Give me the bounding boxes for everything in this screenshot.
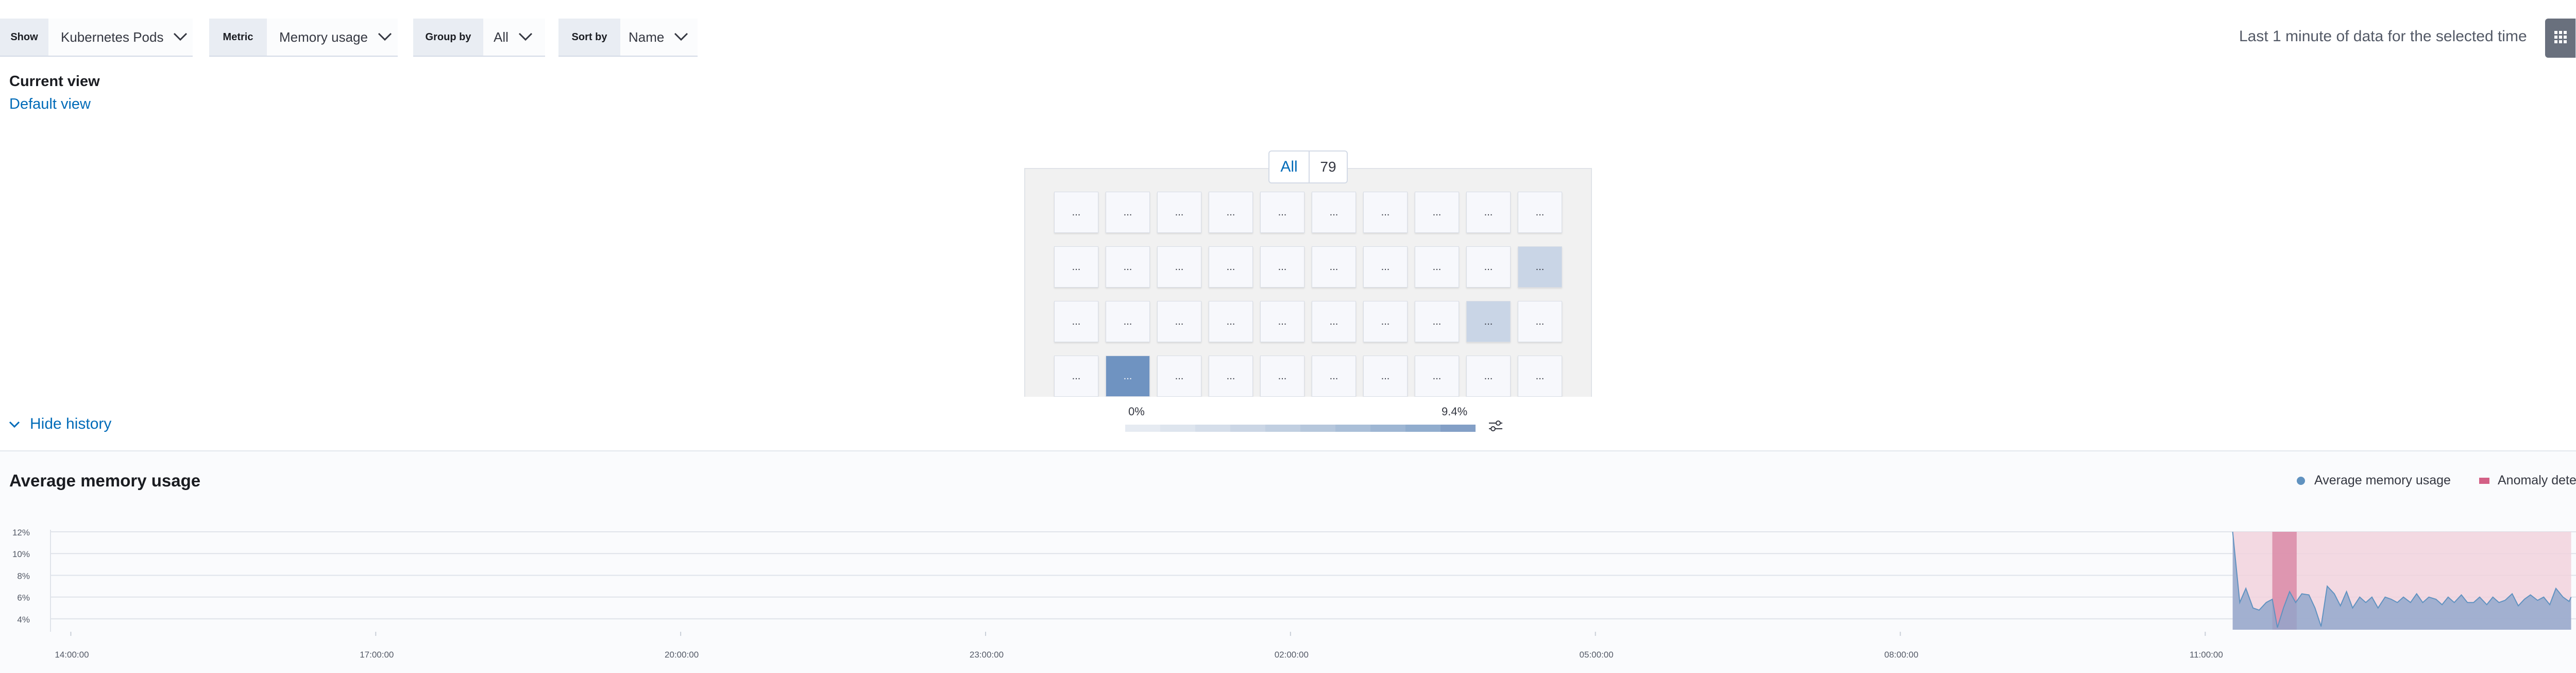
sort-by-filter-value[interactable]: Name <box>620 19 698 56</box>
y-tick-label: 10% <box>12 549 30 559</box>
x-tick-label: 11:00:00 <box>2190 650 2223 660</box>
waffle-node[interactable]: ... <box>1260 246 1304 288</box>
show-filter-label: Show <box>0 19 48 56</box>
waffle-node[interactable]: ... <box>1415 356 1459 397</box>
chevron-down-icon <box>377 29 393 45</box>
waffle-node[interactable]: ... <box>1363 356 1408 397</box>
waffle-node[interactable]: ... <box>1363 301 1408 342</box>
waffle-node[interactable]: ... <box>1054 301 1098 342</box>
legend-step <box>1335 425 1370 432</box>
group-name[interactable]: All <box>1269 152 1310 182</box>
metric-filter[interactable]: Metric Memory usage <box>209 19 398 57</box>
waffle-node[interactable]: ... <box>1157 246 1201 288</box>
chevron-down-icon <box>173 29 188 45</box>
waffle-node[interactable]: ... <box>1518 192 1562 233</box>
waffle-node[interactable]: ... <box>1209 192 1253 233</box>
time-range-info: Last 1 minute of data for the selected t… <box>2239 28 2527 45</box>
waffle-node[interactable]: ... <box>1466 356 1511 397</box>
x-tick-label: 08:00:00 <box>1884 650 1918 660</box>
waffle-node[interactable]: ... <box>1209 246 1253 288</box>
y-tick-label: 12% <box>12 528 30 537</box>
group-header[interactable]: All 79 <box>1268 150 1348 183</box>
memory-usage-chart: 4% 6% 8% 10% 12% 14:00:00 17:00:00 20:00:00 23:0… <box>12 528 2576 660</box>
x-tick-label: 23:00:00 <box>970 650 1004 660</box>
legend-min-label: 0% <box>1128 405 1145 418</box>
sort-by-filter[interactable]: Sort by Name <box>558 19 698 57</box>
group-by-filter-value[interactable]: All <box>483 19 545 56</box>
metric-filter-value[interactable]: Memory usage <box>267 19 398 56</box>
map-view-icon <box>2553 30 2568 47</box>
waffle-node[interactable]: ... <box>1106 356 1150 397</box>
waffle-node[interactable]: ... <box>1260 356 1304 397</box>
chevron-down-icon <box>673 29 689 45</box>
chevron-down-icon <box>8 415 21 433</box>
waffle-node[interactable]: ... <box>1312 192 1356 233</box>
waffle-node[interactable]: ... <box>1415 301 1459 342</box>
waffle-node[interactable]: ... <box>1312 246 1356 288</box>
waffle-node[interactable]: ... <box>1260 301 1304 342</box>
history-panel: Average memory usage Average memory usag… <box>0 450 2576 673</box>
current-view-label: Current view <box>9 73 100 90</box>
waffle-node[interactable]: ... <box>1209 356 1253 397</box>
metric-filter-label: Metric <box>209 19 267 56</box>
waffle-node[interactable]: ... <box>1312 301 1356 342</box>
x-tick-label: 14:00:00 <box>55 650 89 660</box>
waffle-node[interactable]: ... <box>1518 356 1562 397</box>
group-by-filter[interactable]: Group by All <box>413 19 545 57</box>
legend-gradient <box>1125 425 1476 432</box>
waffle-node[interactable]: ... <box>1363 246 1408 288</box>
default-view-link[interactable]: Default view <box>9 96 91 113</box>
adjust-icon <box>1488 420 1503 435</box>
show-filter[interactable]: Show Kubernetes Pods <box>0 19 193 57</box>
y-tick-label: 6% <box>17 593 30 603</box>
y-tick-label: 8% <box>17 571 30 581</box>
waffle-node[interactable]: ... <box>1312 356 1356 397</box>
legend-step <box>1370 425 1405 432</box>
waffle-node[interactable]: ... <box>1466 301 1511 342</box>
x-tick-label: 20:00:00 <box>665 650 699 660</box>
waffle-node[interactable]: ... <box>1054 356 1098 397</box>
waffle-node[interactable]: ... <box>1518 246 1562 288</box>
waffle-node[interactable]: ... <box>1518 301 1562 342</box>
group-count: 79 <box>1320 159 1336 175</box>
waffle-map: ........................................… <box>1024 168 1592 397</box>
legend-step <box>1195 425 1230 432</box>
legend-step <box>1230 425 1265 432</box>
group-by-filter-label: Group by <box>413 19 483 56</box>
x-tick-label: 02:00:00 <box>1275 650 1309 660</box>
waffle-node[interactable]: ... <box>1466 246 1511 288</box>
waffle-node[interactable]: ... <box>1054 246 1098 288</box>
waffle-node[interactable]: ... <box>1157 301 1201 342</box>
x-tick-label: 17:00:00 <box>360 650 394 660</box>
legend-step <box>1265 425 1300 432</box>
legend-options-button[interactable] <box>1488 419 1503 435</box>
view-toggle <box>2545 19 2576 58</box>
waffle-node[interactable]: ... <box>1106 192 1150 233</box>
show-filter-value[interactable]: Kubernetes Pods <box>48 19 193 56</box>
waffle-node[interactable]: ... <box>1260 192 1304 233</box>
waffle-node[interactable]: ... <box>1106 246 1150 288</box>
waffle-node[interactable]: ... <box>1054 192 1098 233</box>
legend-step <box>1160 425 1195 432</box>
waffle-node[interactable]: ... <box>1209 301 1253 342</box>
toolbar: Show Kubernetes Pods Metric Memory usage… <box>0 19 2576 58</box>
waffle-node[interactable]: ... <box>1415 192 1459 233</box>
y-tick-label: 4% <box>17 615 30 625</box>
x-tick-label: 05:00:00 <box>1580 650 1614 660</box>
legend-step <box>1300 425 1335 432</box>
sort-by-filter-label: Sort by <box>558 19 620 56</box>
legend-max-label: 9.4% <box>1442 405 1468 418</box>
waffle-node[interactable]: ... <box>1106 301 1150 342</box>
waffle-node[interactable]: ... <box>1466 192 1511 233</box>
chevron-down-icon <box>518 29 533 45</box>
legend-step <box>1440 425 1476 432</box>
legend-step <box>1125 425 1160 432</box>
map-view-button[interactable] <box>2545 19 2575 58</box>
waffle-node[interactable]: ... <box>1157 192 1201 233</box>
waffle-node[interactable]: ... <box>1363 192 1408 233</box>
waffle-node[interactable]: ... <box>1415 246 1459 288</box>
hide-history-toggle[interactable]: Hide history <box>8 415 111 433</box>
legend-step <box>1405 425 1440 432</box>
waffle-node[interactable]: ... <box>1157 356 1201 397</box>
